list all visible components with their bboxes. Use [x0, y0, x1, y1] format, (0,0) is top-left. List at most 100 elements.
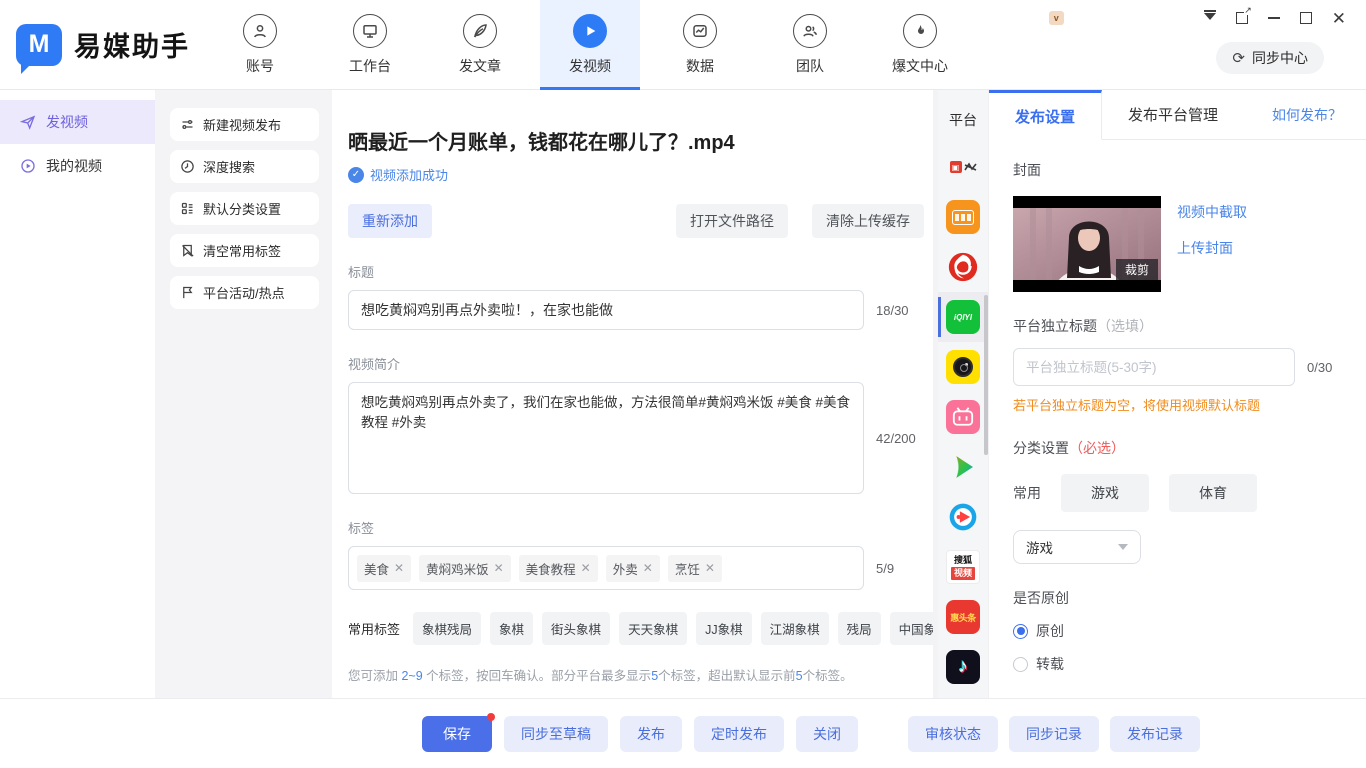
category-option-sports[interactable]: 体育 [1169, 474, 1257, 512]
common-tag-button[interactable]: 中国象棋 [890, 612, 938, 645]
main-form: 晒最近一个月账单，钱都花在哪儿了？.mp4 ✓ 视频添加成功 重新添加 打开文件… [332, 90, 938, 698]
tray-icon[interactable]: v [1049, 11, 1064, 25]
nav-item-workbench[interactable]: 工作台 [320, 0, 420, 90]
default-category-settings-button[interactable]: 默认分类设置 [170, 192, 319, 225]
common-tag-button[interactable]: 象棋残局 [413, 612, 481, 645]
maximize-icon[interactable] [1300, 12, 1312, 24]
common-tag-button[interactable]: 街头象棋 [542, 612, 610, 645]
paper-plane-icon [20, 114, 36, 130]
platform-tencent-video[interactable] [938, 442, 988, 492]
nav-item-post-video[interactable]: 发视频 [540, 0, 640, 90]
save-button[interactable]: 保存 [422, 716, 492, 752]
category-select[interactable]: 游戏 [1013, 530, 1141, 564]
nav-label: 数据 [686, 56, 714, 76]
nav-item-account[interactable]: 账号 [210, 0, 310, 90]
clear-upload-cache-button[interactable]: 清除上传缓存 [812, 204, 924, 238]
clear-common-tags-button[interactable]: 清空常用标签 [170, 234, 319, 267]
platform-iqiyi[interactable]: iQIYI [938, 292, 988, 342]
nav-item-team[interactable]: 团队 [760, 0, 860, 90]
tool-label: 平台活动/热点 [203, 283, 285, 302]
tags-field-label: 标签 [348, 518, 924, 537]
account-icon [243, 14, 277, 48]
remove-tag-icon[interactable]: ✕ [494, 561, 504, 575]
common-tag-button[interactable]: 象棋 [490, 612, 533, 645]
tool-label: 默认分类设置 [203, 199, 281, 218]
logo-icon: M [16, 24, 62, 66]
hide-menu-icon[interactable] [1204, 10, 1216, 26]
video-file-title: 晒最近一个月账单，钱都花在哪儿了？.mp4 [348, 126, 924, 155]
tag-label: 美食教程 [526, 559, 576, 578]
remove-tag-icon[interactable]: ✕ [581, 561, 591, 575]
scheduled-publish-button[interactable]: 定时发布 [694, 716, 784, 752]
common-tags-label: 常用标签 [348, 619, 400, 638]
common-tag-button[interactable]: 残局 [838, 612, 881, 645]
category-option-game[interactable]: 游戏 [1061, 474, 1149, 512]
remove-tag-icon[interactable]: ✕ [705, 561, 715, 575]
deep-search-button[interactable]: 深度搜索 [170, 150, 319, 183]
status-text: 视频添加成功 [370, 165, 448, 184]
open-file-path-button[interactable]: 打开文件路径 [676, 204, 788, 238]
platform-yellow-camera[interactable] [938, 342, 988, 392]
popout-icon[interactable] [1236, 12, 1248, 24]
nav-item-hot-center[interactable]: 爆文中心 [870, 0, 970, 90]
how-to-publish-link[interactable]: 如何发布？ [1272, 90, 1366, 139]
platform-douyin[interactable]: ♪ [938, 642, 988, 692]
sync-center-label: 同步中心 [1252, 48, 1308, 68]
platform-huitoutiao[interactable]: 惠头条 [938, 592, 988, 642]
remove-tag-icon[interactable]: ✕ [394, 561, 404, 575]
sidebar-item-my-videos[interactable]: 我的视频 [0, 144, 155, 188]
play-circle-icon [20, 158, 36, 174]
publish-records-button[interactable]: 发布记录 [1110, 716, 1200, 752]
publish-button[interactable]: 发布 [620, 716, 682, 752]
title-input[interactable] [348, 290, 864, 330]
upload-cover-link[interactable]: 上传封面 [1177, 238, 1247, 258]
desc-char-count: 42/200 [876, 431, 916, 446]
nav-item-data[interactable]: 数据 [650, 0, 750, 90]
common-tags-row: 常用标签 象棋残局 象棋 街头象棋 天天象棋 JJ象棋 江湖象棋 残局 中国象棋 [348, 612, 924, 645]
tag-chip: 外卖 ✕ [606, 555, 660, 582]
mini-platform-icon: ▣ [950, 160, 977, 174]
close-button[interactable]: 关闭 [796, 716, 858, 752]
sidebar-item-post-video[interactable]: 发视频 [0, 100, 155, 144]
tab-platform-management[interactable]: 发布平台管理 [1102, 90, 1244, 139]
common-tag-button[interactable]: 天天象棋 [619, 612, 687, 645]
platform-title-input[interactable] [1013, 348, 1295, 386]
minimize-icon[interactable] [1268, 17, 1280, 19]
platform-scrollbar-thumb[interactable] [984, 295, 988, 455]
capture-from-video-link[interactable]: 视频中截取 [1177, 202, 1247, 222]
common-tag-button[interactable]: JJ象棋 [696, 612, 752, 645]
description-textarea[interactable]: 想吃黄焖鸡别再点外卖了，我们在家也能做，方法很简单#黄焖鸡米饭 #美食 #美食教… [348, 382, 864, 494]
common-tag-button[interactable]: 江湖象棋 [761, 612, 829, 645]
platform-sohu-video[interactable]: 搜狐 视频 [938, 542, 988, 592]
nav-item-post-article[interactable]: 发文章 [430, 0, 530, 90]
platform-ifeng[interactable] [938, 242, 988, 292]
platform-activity-button[interactable]: 平台活动/热点 [170, 276, 319, 309]
readd-video-button[interactable]: 重新添加 [348, 204, 432, 238]
sync-records-button[interactable]: 同步记录 [1009, 716, 1099, 752]
platform-orange[interactable] [938, 192, 988, 242]
cover-thumbnail[interactable]: 裁剪 [1013, 196, 1161, 292]
bottom-action-bar: 保存 同步至草稿 发布 定时发布 关闭 审核状态 同步记录 发布记录 [0, 698, 1366, 768]
tab-publish-settings[interactable]: 发布设置 [989, 90, 1102, 140]
platform-mini-badge[interactable]: ▣ [938, 142, 988, 192]
platform-youku[interactable] [938, 492, 988, 542]
tag-chip: 美食 ✕ [357, 555, 411, 582]
sync-center-button[interactable]: ⟳ 同步中心 [1216, 42, 1324, 74]
crop-badge[interactable]: 裁剪 [1116, 259, 1158, 280]
platform-bilibili[interactable] [938, 392, 988, 442]
platform-rail: 平台 ▣ iQIYI [938, 90, 988, 698]
radio-repost[interactable]: 转载 [1013, 654, 1342, 674]
app-logo: M 易媒助手 [0, 0, 205, 89]
flame-icon [903, 14, 937, 48]
camera-lens-icon [946, 350, 980, 384]
remove-tag-icon[interactable]: ✕ [643, 561, 653, 575]
platform-kuaishou[interactable] [938, 692, 988, 698]
review-status-button[interactable]: 审核状态 [908, 716, 998, 752]
app-title: 易媒助手 [74, 25, 190, 64]
tags-input[interactable]: 美食 ✕ 黄焖鸡米饭 ✕ 美食教程 ✕ 外卖 ✕ [348, 546, 864, 590]
sidebar-item-label: 发视频 [46, 112, 88, 132]
sync-to-draft-button[interactable]: 同步至草稿 [504, 716, 608, 752]
close-icon[interactable]: ✕ [1332, 10, 1346, 27]
radio-original[interactable]: 原创 [1013, 621, 1342, 641]
new-video-publish-button[interactable]: 新建视频发布 [170, 108, 319, 141]
